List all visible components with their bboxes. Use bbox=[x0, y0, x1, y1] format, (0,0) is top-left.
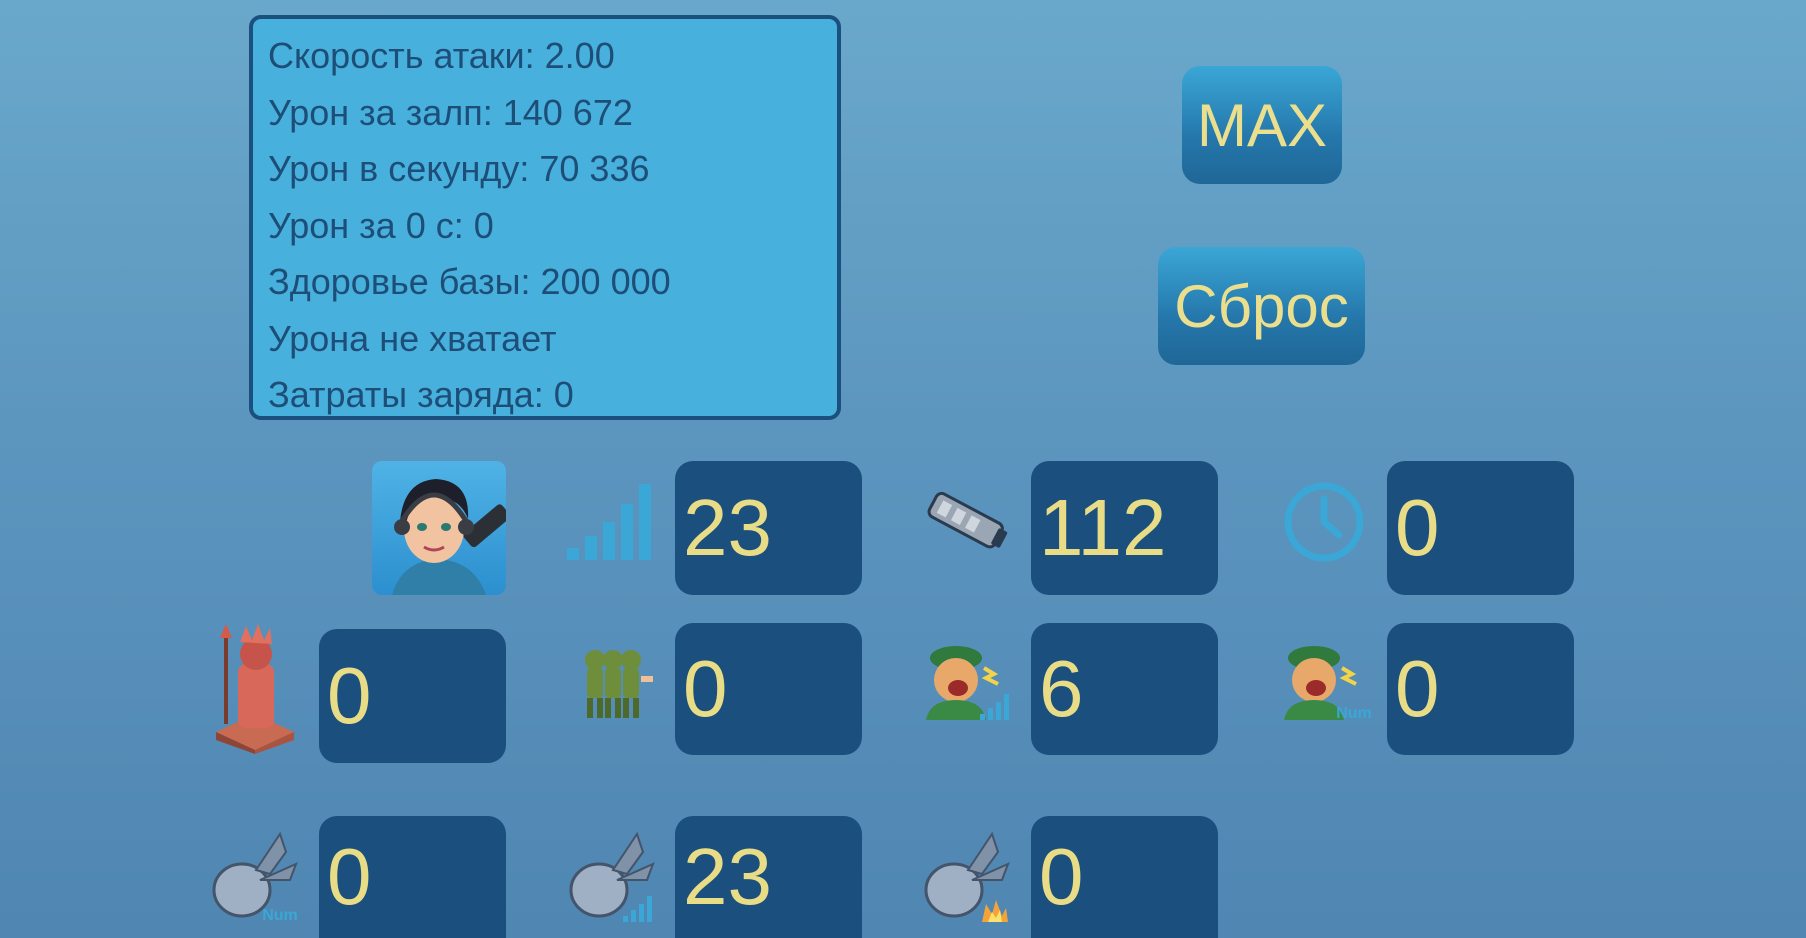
max-button[interactable]: MAX bbox=[1182, 66, 1342, 184]
dps-text: Урон в секунду: 70 336 bbox=[268, 148, 650, 189]
hero-level-field[interactable]: 23 bbox=[675, 461, 862, 595]
flamethrower-weapon-icon bbox=[922, 484, 1012, 560]
bomb-level-field[interactable]: 23 bbox=[675, 816, 862, 938]
damage-status-text: Урона не хватает bbox=[268, 317, 557, 359]
clock-icon bbox=[1283, 481, 1365, 563]
bomb-level-icon bbox=[567, 830, 659, 922]
stats-panel: Скорость атаки: 2.00 Урон за залп: 140 6… bbox=[249, 15, 841, 420]
weapon-power-field[interactable]: 112 bbox=[1031, 461, 1218, 595]
num-badge: Num bbox=[1336, 705, 1372, 720]
charge-cost-text: Затраты заряда: 0 bbox=[268, 374, 574, 415]
bomb-damage-field[interactable]: 0 bbox=[1031, 816, 1218, 938]
signal-bars-icon bbox=[567, 484, 657, 560]
reset-button[interactable]: Сброс bbox=[1158, 247, 1365, 365]
num-badge: Num bbox=[262, 907, 298, 922]
attack-speed-text: Скорость атаки: 2.00 bbox=[268, 35, 615, 76]
running-soldiers-icon bbox=[567, 646, 657, 722]
screamer-level-icon bbox=[922, 638, 1014, 720]
statue-field[interactable]: 0 bbox=[319, 629, 506, 763]
volley-damage-text: Урон за залп: 140 672 bbox=[268, 91, 633, 133]
time-field[interactable]: 0 bbox=[1387, 461, 1574, 595]
bomb-damage-icon bbox=[922, 830, 1014, 922]
bomb-count-icon: Num bbox=[210, 830, 302, 922]
statue-icon bbox=[210, 624, 300, 754]
screamer-count-icon: Num bbox=[1280, 638, 1372, 720]
screamer-level-field[interactable]: 6 bbox=[1031, 623, 1218, 755]
base-health-text: Здоровье базы: 200 000 bbox=[268, 261, 671, 302]
damage-over-time-text: Урон за 0 с: 0 bbox=[268, 204, 494, 246]
troops-field[interactable]: 0 bbox=[675, 623, 862, 755]
screamer-count-field[interactable]: 0 bbox=[1387, 623, 1574, 755]
hero-portrait-icon[interactable] bbox=[372, 461, 506, 595]
bomb-count-field[interactable]: 0 bbox=[319, 816, 506, 938]
